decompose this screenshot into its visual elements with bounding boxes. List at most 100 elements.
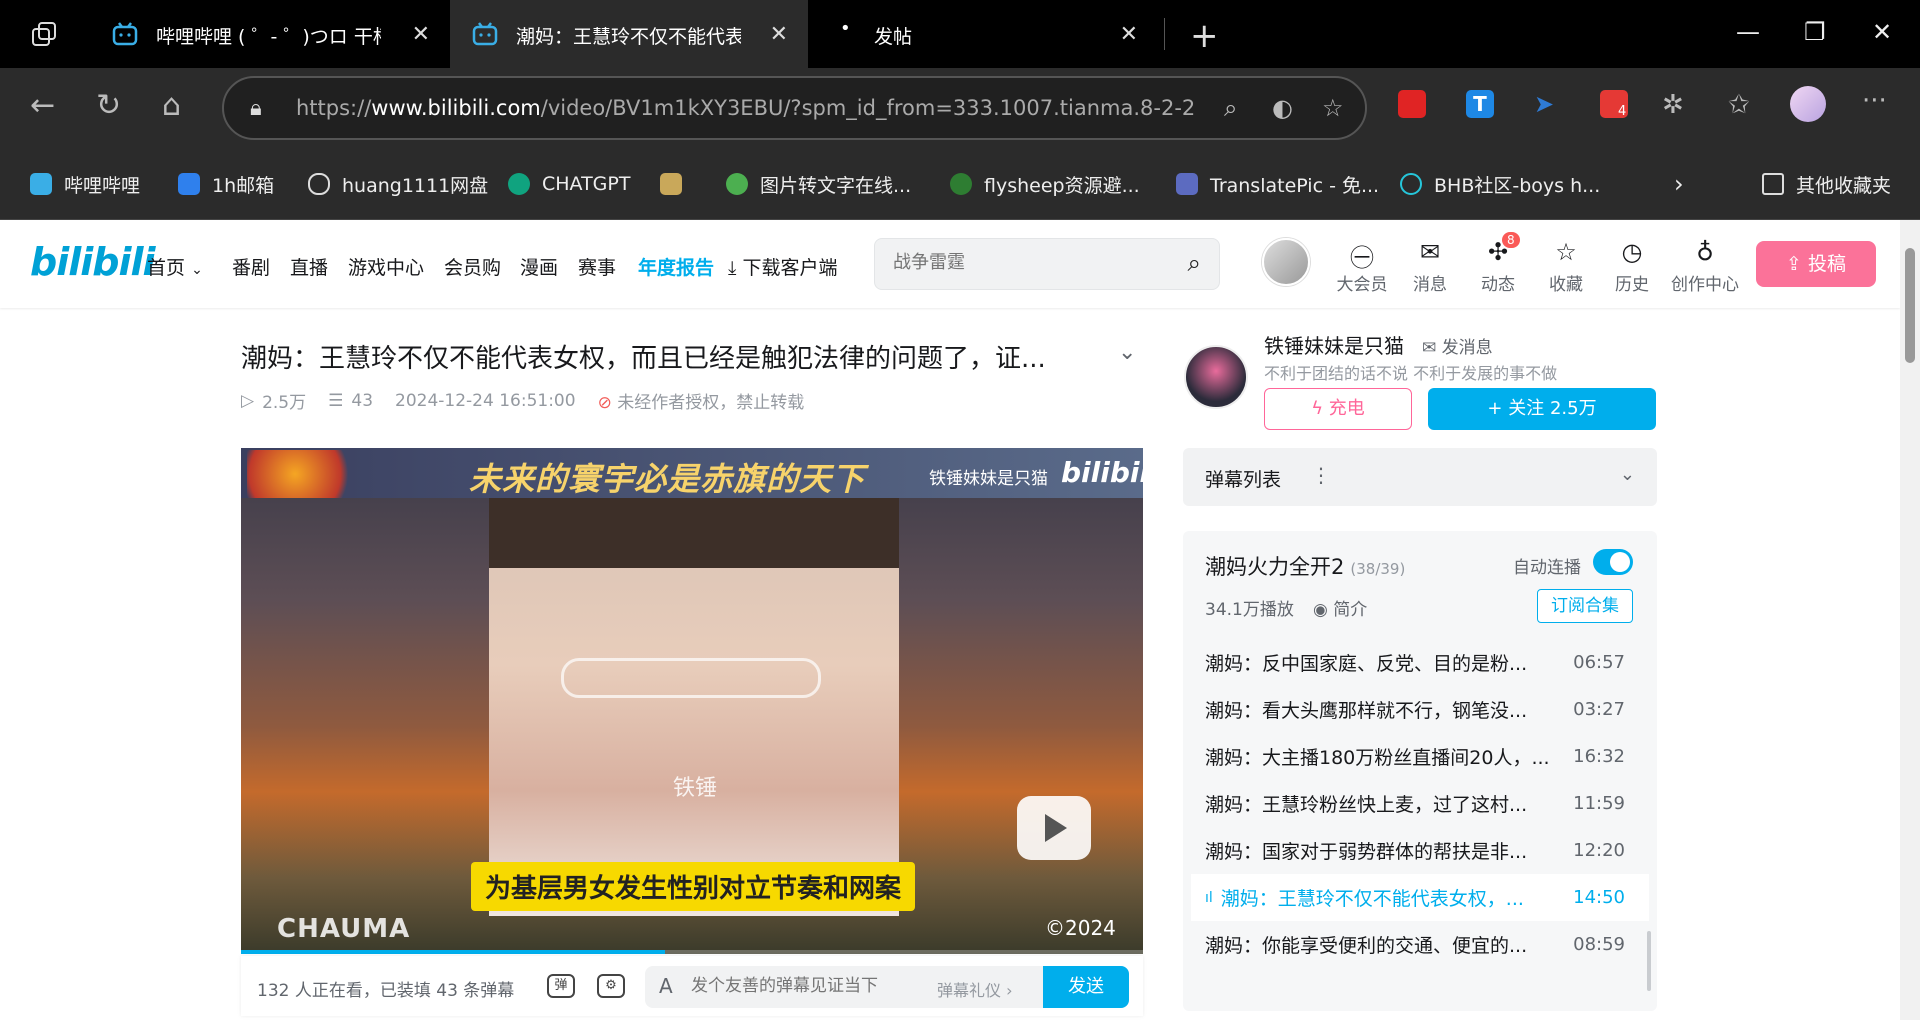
page-scrollbar[interactable] bbox=[1900, 220, 1920, 1020]
close-window-icon[interactable]: ✕ bbox=[1872, 18, 1892, 46]
more-menu-icon[interactable]: ··· bbox=[1862, 86, 1887, 116]
other-bookmarks[interactable]: 其他收藏夹 bbox=[1762, 170, 1891, 198]
tab-title: 发帖 bbox=[874, 26, 913, 48]
close-tab-icon[interactable]: ✕ bbox=[770, 22, 788, 47]
header-dynamic[interactable]: ✣ 8 动态 bbox=[1470, 232, 1526, 295]
danmaku-style-icon[interactable]: A bbox=[659, 974, 673, 998]
bookmark-translatepic[interactable]: TranslatePic - 免... bbox=[1176, 170, 1379, 198]
follow-button[interactable]: + 关注 2.5万 bbox=[1428, 388, 1656, 430]
collection-item[interactable]: 潮妈：王慧玲粉丝快上麦，过了这村... 11:59 bbox=[1183, 780, 1657, 827]
nav-annual-report[interactable]: 年度报告 bbox=[638, 253, 714, 280]
browser-tab-bilibili-home[interactable]: 哔哩哔哩 ( ゜- ゜)つロ 干杯~ ✕ bbox=[90, 0, 450, 68]
bookmark-label: flysheep资源避... bbox=[984, 174, 1140, 197]
extension-hand-icon[interactable] bbox=[1398, 90, 1426, 118]
autoplay-toggle[interactable] bbox=[1593, 549, 1633, 575]
more-vertical-icon[interactable]: ⋮ bbox=[1311, 463, 1331, 487]
read-aloud-icon[interactable]: ◐ bbox=[1272, 94, 1293, 122]
video-progress-bar[interactable] bbox=[241, 950, 1143, 954]
collection-item[interactable]: 潮妈：你能享受便利的交通、便宜的... 08:59 bbox=[1183, 921, 1657, 968]
star-icon: ☆ bbox=[1555, 238, 1577, 266]
close-tab-icon[interactable]: ✕ bbox=[1120, 22, 1138, 47]
uploader-avatar[interactable] bbox=[1184, 345, 1248, 409]
lock-icon[interactable]: 🔒︎ bbox=[250, 96, 262, 121]
nav-mall[interactable]: 会员购 bbox=[444, 253, 501, 280]
item-title: 潮妈：大主播180万粉丝直播间20人，... bbox=[1205, 747, 1550, 769]
collection-item[interactable]: 潮妈：反中国家庭、反党、目的是粉... 06:57 bbox=[1183, 639, 1657, 686]
danmaku-input[interactable] bbox=[691, 976, 911, 996]
bookmark-image[interactable] bbox=[660, 170, 694, 198]
zoom-icon[interactable]: ⌕ bbox=[1224, 94, 1237, 122]
bookmark-netdisk[interactable]: huang1111网盘 bbox=[308, 170, 488, 198]
bookmark-ocr[interactable]: 图片转文字在线... bbox=[726, 170, 911, 198]
chevron-down-icon[interactable]: ⌄ bbox=[1118, 340, 1136, 365]
bookmark-bhb[interactable]: BHB社区-boys h... bbox=[1400, 170, 1600, 198]
header-history[interactable]: ◷ 历史 bbox=[1604, 238, 1660, 295]
danmaku-etiquette-link[interactable]: 弹幕礼仪 › bbox=[937, 977, 1013, 1001]
nav-home[interactable]: 首页 ⌄ bbox=[147, 253, 203, 280]
subscribe-collection-button[interactable]: 订阅合集 bbox=[1537, 589, 1633, 623]
new-tab-icon[interactable]: + bbox=[1190, 16, 1219, 56]
uploader-name[interactable]: 铁锤妹妹是只猫 bbox=[1264, 330, 1404, 359]
item-duration: 06:57 bbox=[1573, 652, 1625, 673]
danmaku-settings-icon[interactable]: ⚙ bbox=[597, 974, 625, 998]
danmaku-list-panel[interactable]: 弹幕列表 ⋮ ⌄ bbox=[1183, 448, 1657, 506]
favorites-icon[interactable]: ✩ bbox=[1728, 90, 1750, 120]
collection-item[interactable]: 潮妈：看大头鹰那样就不行，钢笔没... 03:27 bbox=[1183, 686, 1657, 733]
search-input[interactable] bbox=[893, 252, 1153, 273]
bookmark-flysheep[interactable]: flysheep资源避... bbox=[950, 170, 1140, 198]
url-scheme: https:// bbox=[296, 96, 372, 120]
item-duration: 08:59 bbox=[1573, 934, 1625, 955]
home-icon[interactable]: ⌂ bbox=[162, 88, 181, 123]
header-favorites[interactable]: ☆ 收藏 bbox=[1538, 238, 1594, 295]
charge-button[interactable]: ϟ 充电 bbox=[1264, 388, 1412, 430]
minimize-icon[interactable]: — bbox=[1736, 18, 1760, 46]
nav-esports[interactable]: 赛事 bbox=[578, 253, 616, 280]
bilibili-logo[interactable]: bilibili bbox=[30, 240, 156, 284]
user-avatar[interactable] bbox=[1262, 238, 1310, 286]
address-bar[interactable]: 🔒︎ https://www.bilibili.com/video/BV1m1k… bbox=[222, 76, 1367, 140]
extension-badge-icon[interactable]: 4 bbox=[1600, 90, 1628, 119]
favorite-star-icon[interactable]: ☆ bbox=[1322, 94, 1344, 122]
nav-game-center[interactable]: 游戏中心 bbox=[348, 253, 424, 280]
bookmark-chatgpt[interactable]: CHATGPT bbox=[508, 170, 630, 198]
chevron-right-icon[interactable]: › bbox=[1674, 170, 1684, 198]
bookmark-bilibili[interactable]: 哔哩哔哩 bbox=[30, 170, 140, 198]
profile-avatar[interactable] bbox=[1790, 86, 1826, 122]
collection-item[interactable]: 潮妈：国家对于弱势群体的帮扶是非... 12:20 bbox=[1183, 827, 1657, 874]
header-creator-center[interactable]: ♁ 创作中心 bbox=[1668, 238, 1742, 295]
close-tab-icon[interactable]: ✕ bbox=[412, 22, 430, 47]
workspaces-icon[interactable] bbox=[30, 20, 60, 50]
scrollbar-thumb[interactable] bbox=[1905, 248, 1915, 363]
header-vip[interactable]: ㊀大会员 bbox=[1334, 238, 1390, 295]
search-icon[interactable]: ⌕ bbox=[1188, 249, 1201, 277]
nav-manga[interactable]: 漫画 bbox=[520, 253, 558, 280]
extension-translate-icon[interactable]: T bbox=[1466, 90, 1494, 118]
browser-toolbar: ← ↻ ⌂ 🔒︎ https://www.bilibili.com/video/… bbox=[0, 68, 1920, 148]
browser-tab-video[interactable]: 潮妈：王慧玲不仅不能代表 ✕ bbox=[450, 0, 808, 68]
nav-anime[interactable]: 番剧 bbox=[232, 253, 270, 280]
collection-item[interactable]: 潮妈：大主播180万粉丝直播间20人，... 16:32 bbox=[1183, 733, 1657, 780]
send-message-link[interactable]: ✉ 发消息 bbox=[1422, 333, 1493, 358]
refresh-icon[interactable]: ↻ bbox=[96, 88, 121, 123]
restore-icon[interactable]: ❐ bbox=[1804, 18, 1826, 46]
extension-cursor-icon[interactable]: ➤ bbox=[1534, 90, 1562, 118]
nav-live[interactable]: 直播 bbox=[290, 253, 328, 280]
danmaku-toggle-icon[interactable]: 弹 bbox=[547, 974, 575, 998]
url-text[interactable]: https://www.bilibili.com/video/BV1m1kXY3… bbox=[296, 96, 1196, 120]
browser-tab-post[interactable]: • 发帖 ✕ bbox=[808, 0, 1158, 68]
collection-item-current[interactable]: ıl 潮妈：王慧玲不仅不能代表女权，... 14:50 bbox=[1191, 874, 1649, 921]
chevron-down-icon[interactable]: ⌄ bbox=[1620, 464, 1635, 485]
bookmark-label: 1h邮箱 bbox=[212, 174, 275, 197]
send-danmaku-button[interactable]: 发送 bbox=[1043, 966, 1129, 1008]
collection-title[interactable]: 潮妈火力全开2 (38/39) bbox=[1205, 551, 1405, 581]
collection-intro[interactable]: ◉ 简介 bbox=[1313, 595, 1367, 620]
extensions-puzzle-icon[interactable]: ✲ bbox=[1662, 90, 1684, 120]
collection-scrollbar[interactable] bbox=[1647, 931, 1651, 991]
collection-name: 潮妈火力全开2 bbox=[1205, 555, 1345, 579]
header-messages[interactable]: ✉ 消息 bbox=[1402, 238, 1458, 295]
bookmark-mail[interactable]: 1h邮箱 bbox=[178, 170, 274, 198]
video-player[interactable]: 未来的寰宇必是赤旗的天下 铁锤妹妹是只猫 bilibili 铁锤 为基层男女发生… bbox=[241, 448, 1143, 954]
nav-download-client[interactable]: ⤓ 下载客户端 bbox=[728, 253, 837, 280]
back-icon[interactable]: ← bbox=[30, 88, 55, 123]
upload-button[interactable]: ⇪ 投稿 bbox=[1756, 241, 1876, 287]
